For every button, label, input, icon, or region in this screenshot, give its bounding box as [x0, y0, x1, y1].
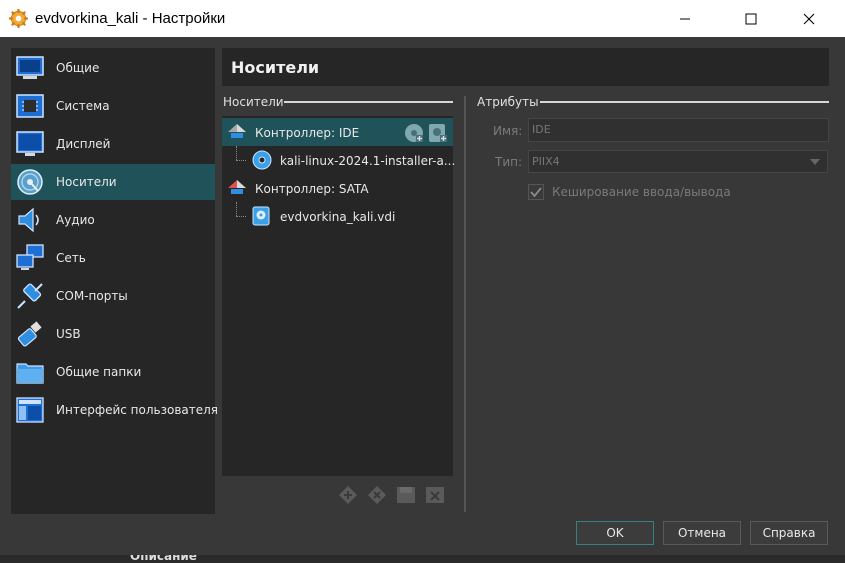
sidebar-item-label: USB [56, 327, 81, 341]
remove-controller-icon[interactable] [366, 484, 388, 506]
ok-button[interactable]: OK [576, 521, 654, 545]
general-icon [16, 56, 44, 79]
maximize-button[interactable] [728, 0, 774, 37]
network-icon [16, 244, 44, 270]
settings-sidebar: Общие Система Дисплей Носители Аудио Сет… [11, 48, 219, 514]
sidebar-item-storage[interactable]: Носители [11, 164, 215, 200]
checkmark-icon [530, 187, 542, 198]
page-title: Носители [231, 58, 320, 77]
sidebar-item-system[interactable]: Система [11, 88, 215, 124]
storage-icon [17, 169, 43, 195]
page-header: Носители [222, 48, 829, 86]
sidebar-item-label: Общие [56, 61, 100, 75]
system-icon [16, 94, 44, 118]
tree-branch-line [236, 202, 237, 216]
controller-icon [228, 124, 246, 138]
sidebar-item-label: COM-порты [56, 289, 128, 303]
usb-icon [17, 321, 42, 347]
panel-splitter[interactable] [464, 96, 466, 512]
tree-item-label: kali-linux-2024.1-installer-a... [280, 154, 456, 168]
background-window-strip: Описание [0, 555, 845, 563]
settings-window: evdvorkina_kali - Настройки Общие Систем… [0, 0, 845, 563]
sidebar-item-label: Сеть [56, 251, 86, 265]
type-select[interactable]: PIIX4 [528, 150, 828, 173]
type-select-value: PIIX4 [532, 155, 560, 168]
audio-icon [18, 207, 39, 233]
add-attachment-icon[interactable] [395, 484, 417, 506]
help-button[interactable]: Справка [750, 521, 828, 545]
name-input[interactable]: IDE [528, 118, 829, 142]
sidebar-item-display[interactable]: Дисплей [11, 126, 215, 162]
user-interface-icon [16, 397, 44, 423]
cache-io-label: Кеширование ввода/вывода [552, 185, 731, 199]
sidebar-item-network[interactable]: Сеть [11, 240, 215, 276]
minimize-button[interactable] [662, 0, 708, 37]
cancel-button[interactable]: Отмена [663, 521, 741, 545]
close-button[interactable] [786, 0, 832, 37]
tree-branch-line [236, 160, 246, 161]
type-label: Тип: [495, 155, 523, 169]
sidebar-item-label: Система [56, 99, 110, 113]
tree-item-hard-disk[interactable]: evdvorkina_kali.vdi [222, 202, 453, 230]
title-bar: evdvorkina_kali - Настройки [0, 0, 845, 37]
gear-icon [9, 9, 28, 28]
tree-branch-line [236, 146, 237, 160]
controller-icon [228, 180, 246, 194]
cache-io-checkbox[interactable] [528, 184, 544, 200]
shared-folder-icon [16, 363, 44, 384]
sidebar-item-label: Аудио [56, 213, 95, 227]
chevron-down-icon [810, 159, 820, 165]
add-controller-icon[interactable] [337, 484, 359, 506]
tree-item-label: evdvorkina_kali.vdi [280, 210, 396, 224]
minimize-icon [680, 18, 690, 19]
sidebar-item-shared-folders[interactable]: Общие папки [11, 354, 215, 390]
sidebar-item-label: Дисплей [56, 137, 111, 151]
sidebar-item-label: Носители [56, 175, 117, 189]
maximize-icon [745, 13, 757, 24]
sidebar-item-usb[interactable]: USB [11, 316, 215, 352]
close-icon [803, 13, 815, 24]
optical-disk-icon [252, 150, 272, 170]
window-title: evdvorkina_kali - Настройки [35, 10, 226, 27]
storage-tree[interactable]: Контроллер: IDE kali-linux-2024.1-instal… [222, 116, 456, 476]
hard-disk-icon [252, 206, 270, 226]
sidebar-item-user-interface[interactable]: Интерфейс пользователя [11, 392, 219, 428]
sidebar-item-general[interactable]: Общие [11, 50, 215, 86]
storage-section-label: Носители [223, 95, 284, 109]
serial-port-icon [17, 283, 43, 309]
tree-item-optical-disk[interactable]: kali-linux-2024.1-installer-a... [222, 146, 456, 174]
sidebar-item-com-ports[interactable]: COM-порты [11, 278, 215, 314]
tree-item-sata-controller[interactable]: Контроллер: SATA [222, 174, 453, 202]
remove-attachment-icon[interactable] [424, 484, 446, 506]
section-divider [284, 101, 453, 103]
add-hard-disk-icon[interactable] [428, 123, 448, 143]
background-description-label: Описание [130, 555, 197, 563]
tree-item-ide-controller[interactable]: Контроллер: IDE [222, 118, 453, 146]
name-label: Имя: [493, 124, 523, 138]
attributes-section-label: Атрибуты [477, 95, 539, 109]
section-divider [540, 101, 829, 103]
tree-item-label: Контроллер: IDE [255, 126, 360, 140]
add-optical-drive-icon[interactable] [404, 123, 424, 143]
tree-branch-line [236, 216, 246, 217]
sidebar-item-label: Общие папки [56, 365, 142, 379]
display-icon [16, 131, 44, 156]
sidebar-item-audio[interactable]: Аудио [11, 202, 215, 238]
sidebar-item-label: Интерфейс пользователя [56, 403, 219, 417]
tree-item-label: Контроллер: SATA [255, 182, 369, 196]
